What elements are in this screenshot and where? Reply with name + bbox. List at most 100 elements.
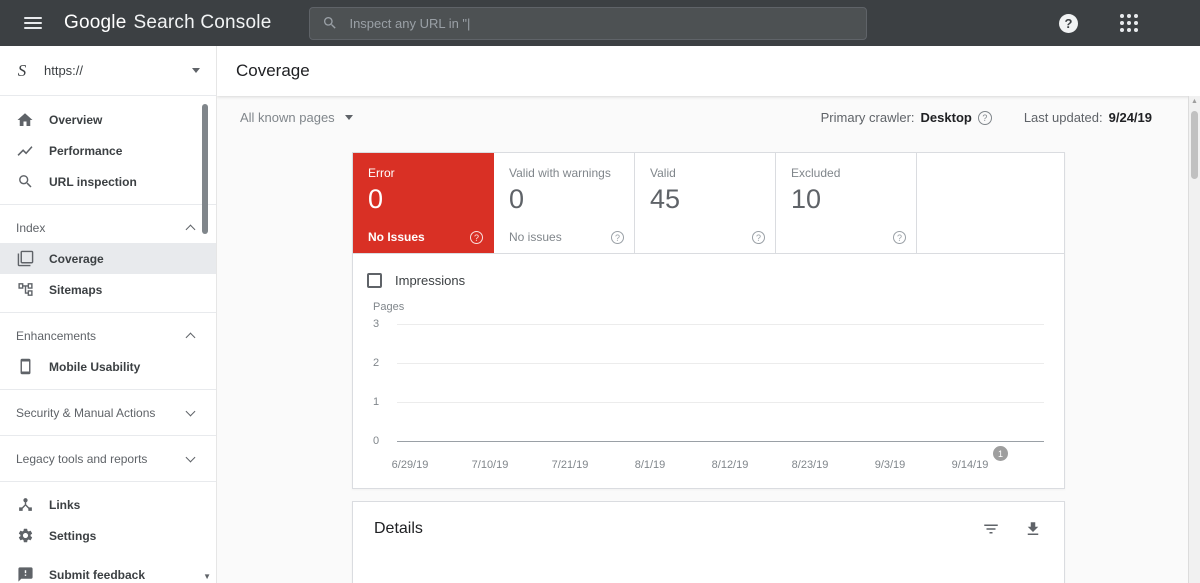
download-icon[interactable] bbox=[1024, 520, 1042, 538]
content-scrollbar[interactable]: ▲ bbox=[1188, 96, 1200, 583]
status-card-excluded[interactable]: Excluded 10 ? bbox=[776, 153, 917, 253]
card-help-icon[interactable]: ? bbox=[611, 231, 624, 244]
search-input[interactable] bbox=[349, 16, 854, 31]
sidebar-item-settings[interactable]: Settings bbox=[0, 520, 216, 551]
details-panel: Details bbox=[352, 501, 1065, 583]
card-label: Valid with warnings bbox=[509, 166, 619, 180]
sidebar-item-label: Links bbox=[49, 498, 80, 512]
chart-plot-area: 3 2 1 0 1 bbox=[373, 324, 1044, 441]
sidebar-divider bbox=[0, 435, 216, 436]
sidebar-divider bbox=[0, 389, 216, 390]
sidebar-scroll-down-arrow[interactable]: ▼ bbox=[203, 572, 211, 581]
sidebar-item-submit-feedback[interactable]: Submit feedback bbox=[0, 559, 216, 583]
menu-icon[interactable] bbox=[24, 17, 42, 29]
sidebar-scrollbar-thumb[interactable] bbox=[202, 104, 208, 234]
sidebar-nav: Overview Performance URL inspection Inde… bbox=[0, 96, 216, 583]
feedback-icon bbox=[16, 566, 34, 583]
x-tick-label: 8/23/19 bbox=[792, 459, 829, 471]
scope-label: All known pages bbox=[240, 110, 335, 125]
section-label: Enhancements bbox=[16, 329, 96, 343]
updated-value: 9/24/19 bbox=[1109, 110, 1152, 125]
sidebar-item-label: Mobile Usability bbox=[49, 360, 140, 374]
sidebar-item-label: Coverage bbox=[49, 252, 104, 266]
card-help-icon[interactable]: ? bbox=[893, 231, 906, 244]
smartphone-icon bbox=[16, 358, 34, 376]
report-toolbar: All known pages Primary crawler: Desktop… bbox=[217, 96, 1200, 125]
logo-google-text: Google bbox=[64, 12, 126, 34]
sidebar-item-label: URL inspection bbox=[49, 175, 137, 189]
card-value: 0 bbox=[368, 185, 478, 215]
card-label: Valid bbox=[650, 166, 760, 180]
updated-label: Last updated: bbox=[1024, 110, 1103, 125]
x-tick-label: 7/10/19 bbox=[472, 459, 509, 471]
sidebar-divider bbox=[0, 312, 216, 313]
chart-gridline: 3 bbox=[373, 324, 1044, 325]
page-header: Coverage bbox=[217, 46, 1200, 96]
sidebar-section-enhancements[interactable]: Enhancements bbox=[0, 320, 216, 351]
property-favicon: S bbox=[15, 61, 29, 81]
chart-gridline: 2 bbox=[373, 363, 1044, 364]
sidebar-item-label: Overview bbox=[49, 113, 102, 127]
section-label: Index bbox=[16, 221, 45, 235]
card-filler bbox=[917, 153, 1064, 253]
scrollbar-thumb[interactable] bbox=[1191, 111, 1198, 179]
x-tick-label: 6/29/19 bbox=[392, 459, 429, 471]
sidebar-item-performance[interactable]: Performance bbox=[0, 135, 216, 166]
x-tick-label: 7/21/19 bbox=[552, 459, 589, 471]
sidebar-divider bbox=[0, 481, 216, 482]
url-inspection-searchbox[interactable] bbox=[309, 7, 867, 40]
logo-product-text: Search Console bbox=[133, 12, 271, 34]
property-url: https:// bbox=[44, 63, 177, 78]
chevron-down-icon bbox=[192, 68, 200, 73]
coverage-summary-panel: Error 0 No Issues ? Valid with warnings … bbox=[352, 152, 1065, 489]
card-subtext: No Issues bbox=[368, 230, 478, 244]
impressions-checkbox[interactable] bbox=[367, 273, 382, 288]
sidebar-item-overview[interactable]: Overview bbox=[0, 104, 216, 135]
sidebar-item-label: Submit feedback bbox=[49, 568, 145, 582]
y-axis-label: Pages bbox=[373, 301, 1044, 313]
x-tick-label: 8/12/19 bbox=[712, 459, 749, 471]
links-hub-icon bbox=[16, 496, 34, 514]
sidebar-item-label: Settings bbox=[49, 529, 96, 543]
section-label: Legacy tools and reports bbox=[16, 452, 147, 466]
sidebar-section-index[interactable]: Index bbox=[0, 212, 216, 243]
card-help-icon[interactable]: ? bbox=[752, 231, 765, 244]
x-tick-label: 9/3/19 bbox=[875, 459, 906, 471]
chevron-down-icon bbox=[186, 406, 196, 416]
crawler-value: Desktop bbox=[921, 110, 972, 125]
card-subtext: No issues bbox=[509, 230, 619, 244]
sidebar-item-mobile-usability[interactable]: Mobile Usability bbox=[0, 351, 216, 382]
page-scope-dropdown[interactable]: All known pages bbox=[240, 110, 353, 125]
status-card-error[interactable]: Error 0 No Issues ? bbox=[353, 153, 494, 253]
card-help-icon[interactable]: ? bbox=[470, 231, 483, 244]
y-tick-label: 3 bbox=[373, 318, 379, 330]
chevron-down-icon bbox=[186, 452, 196, 462]
help-icon[interactable]: ? bbox=[1059, 14, 1078, 33]
sidebar-section-security[interactable]: Security & Manual Actions bbox=[0, 397, 216, 428]
sidebar-item-sitemaps[interactable]: Sitemaps bbox=[0, 274, 216, 305]
sidebar-section-legacy[interactable]: Legacy tools and reports bbox=[0, 443, 216, 474]
sidebar-item-coverage[interactable]: Coverage bbox=[0, 243, 216, 274]
y-tick-label: 0 bbox=[373, 435, 379, 447]
sidebar: S https:// Overview Performance URL insp… bbox=[0, 46, 217, 583]
sidebar-item-url-inspection[interactable]: URL inspection bbox=[0, 166, 216, 197]
property-selector[interactable]: S https:// bbox=[0, 46, 216, 96]
details-title: Details bbox=[374, 520, 423, 538]
status-card-valid-with-warnings[interactable]: Valid with warnings 0 No issues ? bbox=[494, 153, 635, 253]
card-value: 45 bbox=[650, 185, 760, 215]
apps-grid-icon[interactable] bbox=[1120, 14, 1138, 32]
card-value: 0 bbox=[509, 185, 619, 215]
filter-icon[interactable] bbox=[982, 520, 1000, 538]
impressions-label: Impressions bbox=[395, 273, 465, 288]
x-tick-label: 9/14/19 bbox=[952, 459, 989, 471]
chevron-down-icon bbox=[345, 115, 353, 120]
status-card-valid[interactable]: Valid 45 ? bbox=[635, 153, 776, 253]
scroll-up-arrow[interactable]: ▲ bbox=[1189, 98, 1200, 105]
crawler-help-icon[interactable]: ? bbox=[978, 111, 992, 125]
magnifier-icon bbox=[16, 173, 34, 191]
topbar: Google Search Console ? bbox=[0, 0, 1200, 46]
x-axis: 6/29/19 7/10/19 7/21/19 8/1/19 8/12/19 8… bbox=[373, 459, 1044, 472]
sidebar-item-links[interactable]: Links bbox=[0, 489, 216, 520]
sidebar-item-label: Performance bbox=[49, 144, 122, 158]
home-icon bbox=[16, 111, 34, 129]
